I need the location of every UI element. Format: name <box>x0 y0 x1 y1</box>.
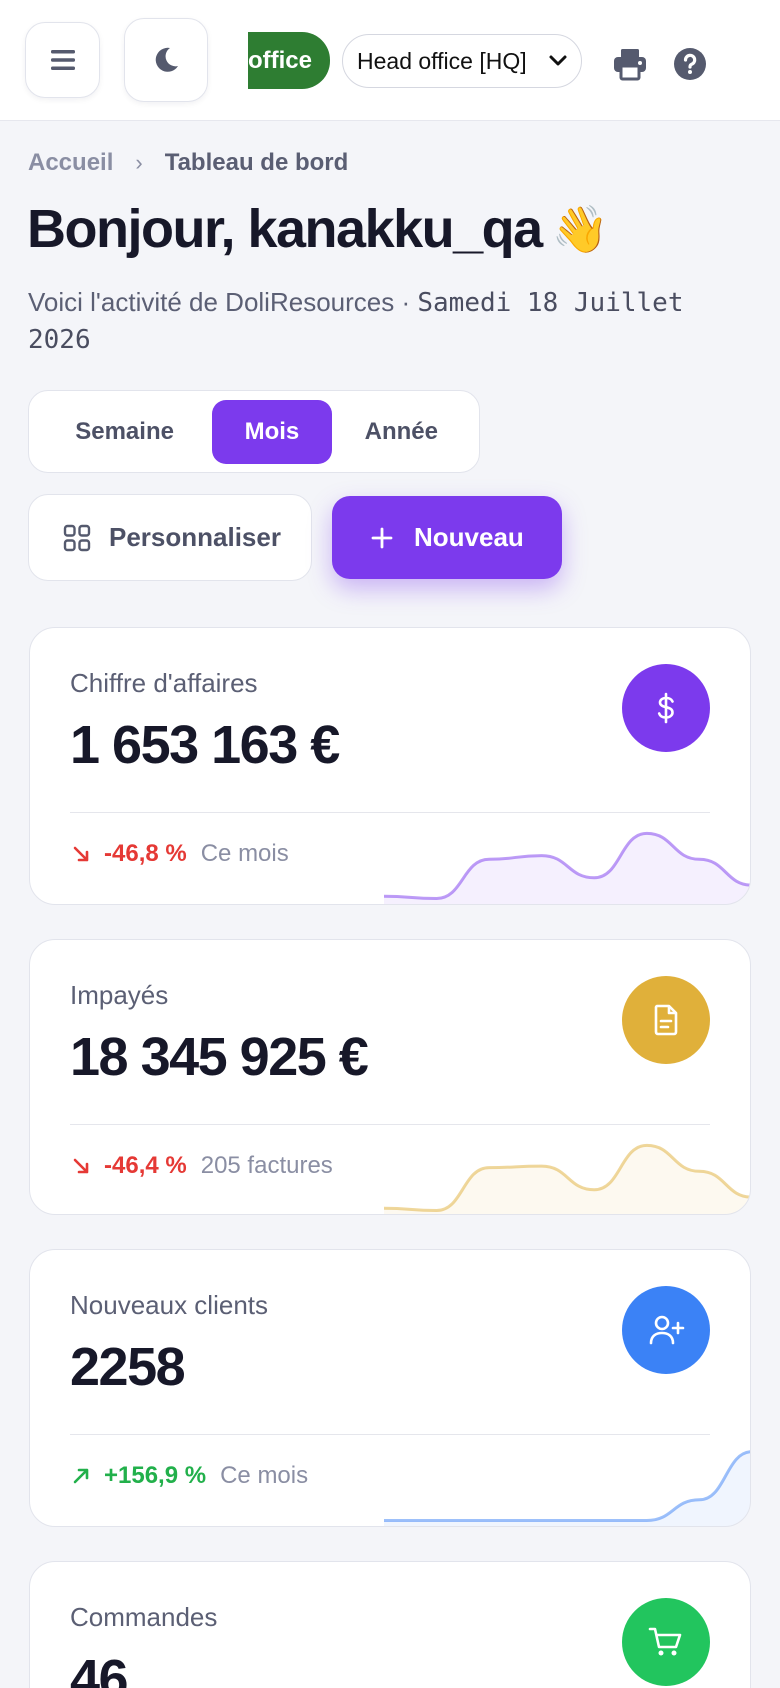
trend-value: -46,4 % <box>104 1152 187 1179</box>
period-toggle: Semaine Mois Année <box>28 390 480 473</box>
new-clients-sparkline <box>384 1450 750 1526</box>
entity-select[interactable]: Head office [HQ] <box>342 34 582 88</box>
breadcrumb: Accueil › Tableau de bord <box>28 149 348 177</box>
printer-icon <box>614 49 646 81</box>
page-title: Bonjour, kanakku_qa 👋 <box>27 198 609 260</box>
trend-value: +156,9 % <box>104 1462 207 1489</box>
card-icon-badge <box>622 664 710 752</box>
wave-emoji: 👋 <box>551 202 609 255</box>
breadcrumb-current: Tableau de bord <box>164 149 349 176</box>
sparkline-area <box>384 1145 750 1214</box>
unpaid-sparkline <box>384 1143 750 1214</box>
card-label: Chiffre d'affaires <box>70 668 258 698</box>
new-label: Nouveau <box>414 522 524 552</box>
document-icon <box>654 1004 678 1036</box>
card-trend: +156,9 % Ce mois <box>72 1462 308 1490</box>
customize-label: Personnaliser <box>109 522 281 552</box>
unpaid-card[interactable]: Impayés 18 345 925 € -46,4 % 205 facture… <box>29 939 751 1215</box>
card-divider <box>70 1124 710 1125</box>
dollar-icon <box>657 692 674 724</box>
period-year-button[interactable]: Année <box>332 400 471 464</box>
card-divider <box>70 1434 710 1435</box>
card-value: 1 653 163 € <box>70 715 340 775</box>
theme-toggle-button[interactable] <box>124 18 208 102</box>
revenue-sparkline <box>384 831 750 904</box>
top-bar: office Head office [HQ] <box>0 0 780 121</box>
card-value: 2258 <box>70 1337 186 1397</box>
card-value: 46 <box>70 1649 129 1688</box>
greeting-text: Bonjour, kanakku_qa <box>27 199 543 259</box>
customize-button[interactable]: Personnaliser <box>28 494 312 581</box>
cart-icon <box>648 1627 682 1656</box>
breadcrumb-home-link[interactable]: Accueil <box>28 149 113 177</box>
new-button[interactable]: Nouveau <box>332 496 562 579</box>
card-icon-badge <box>622 976 710 1064</box>
menu-button[interactable] <box>25 22 100 98</box>
trend-down-icon <box>73 1158 89 1174</box>
card-value: 18 345 925 € <box>70 1027 369 1087</box>
subtitle-text: Voici l'activité de DoliResources · <box>28 287 411 317</box>
card-divider <box>70 812 710 813</box>
card-icon-badge <box>622 1286 710 1374</box>
trend-note: Ce mois <box>200 840 289 867</box>
new-clients-card[interactable]: Nouveaux clients 2258 +156,9 % Ce mois <box>29 1249 751 1527</box>
card-label: Impayés <box>70 980 169 1010</box>
trend-note: 205 factures <box>200 1152 333 1179</box>
card-trend: -46,4 % 205 factures <box>72 1152 333 1180</box>
card-label: Commandes <box>70 1602 218 1632</box>
entity-chip[interactable]: office <box>248 32 330 89</box>
user-plus-icon <box>649 1315 685 1345</box>
trend-value: -46,8 % <box>104 840 187 867</box>
plus-icon <box>371 527 393 548</box>
page-subtitle: Voici l'activité de DoliResources · Same… <box>28 284 758 358</box>
question-circle-icon <box>674 48 706 80</box>
card-label: Nouveaux clients <box>70 1290 268 1320</box>
sparkline-area <box>384 833 750 904</box>
period-month-button[interactable]: Mois <box>212 399 332 464</box>
grid-icon <box>63 524 91 551</box>
trend-note: Ce mois <box>220 1462 309 1489</box>
card-trend: -46,8 % Ce mois <box>72 840 289 868</box>
moon-icon <box>155 47 178 72</box>
hamburger-icon <box>50 50 75 70</box>
card-icon-badge <box>622 1598 710 1686</box>
sparkline-area <box>384 1452 750 1526</box>
chevron-down-icon <box>549 55 567 66</box>
orders-card[interactable]: Commandes 46 <box>29 1561 751 1688</box>
trend-down-icon <box>73 846 89 862</box>
period-week-button[interactable]: Semaine <box>37 400 212 464</box>
breadcrumb-separator: › <box>135 150 143 175</box>
revenue-card[interactable]: Chiffre d'affaires 1 653 163 € -46,8 % C… <box>29 627 751 905</box>
print-button[interactable] <box>610 44 650 84</box>
help-button[interactable] <box>672 46 708 82</box>
trend-up-icon <box>73 1468 89 1484</box>
entity-select-value: Head office [HQ] <box>357 47 527 74</box>
